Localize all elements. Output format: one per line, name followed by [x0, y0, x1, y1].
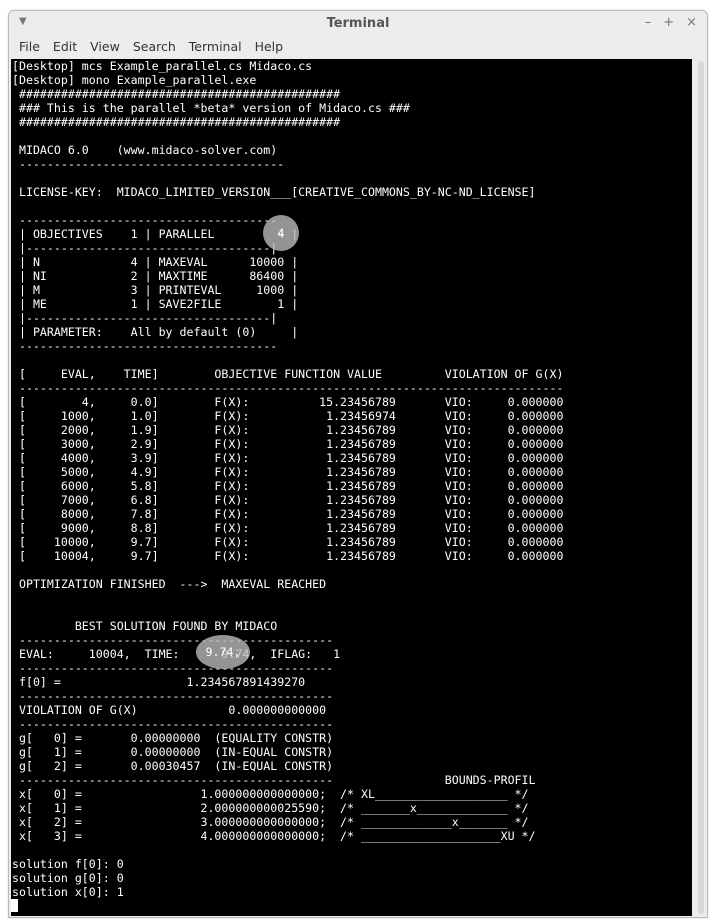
terminal-line: OPTIMIZATION FINISHED ---> MAXEVAL REACH… [12, 577, 327, 591]
terminal-line: solution x[0]: 1 [12, 885, 124, 899]
terminal-line: [ 10004, 9.7] F(X): 1.23456789 VIO: 0.00… [12, 549, 564, 563]
terminal-scrollbar[interactable] [695, 59, 707, 916]
terminal-line: [ 3000, 2.9] F(X): 1.23456789 VIO: 0.000… [12, 437, 564, 451]
terminal-line: BEST SOLUTION FOUND BY MIDACO [12, 619, 278, 633]
terminal-text: [Desktop] mcs Example_parallel.cs Midaco… [11, 59, 692, 899]
terminal-line: [ 9000, 8.8] F(X): 1.23456789 VIO: 0.000… [12, 521, 564, 535]
menu-search[interactable]: Search [127, 37, 183, 59]
terminal-line: ----------------------------------------… [12, 773, 536, 787]
terminal-line: ########################################… [12, 87, 341, 101]
terminal-line: solution f[0]: 0 [12, 857, 124, 871]
terminal-line: solution g[0]: 0 [12, 871, 124, 885]
terminal-line: [ 4000, 3.9] F(X): 1.23456789 VIO: 0.000… [12, 451, 564, 465]
terminal-line: [ 2000, 1.9] F(X): 1.23456789 VIO: 0.000… [12, 423, 564, 437]
terminal-line: x[ 0] = 1.000000000000000; /* XL________… [12, 787, 529, 801]
terminal-line: | N 4 | MAXEVAL 10000 | [12, 255, 299, 269]
terminal-line: ----------------------------------------… [12, 717, 334, 731]
terminal-line: EVAL: 10004, TIME: 9.74, IFLAG: 1 [12, 647, 341, 661]
terminal-line: [ 8000, 7.8] F(X): 1.23456789 VIO: 0.000… [12, 507, 564, 521]
terminal-line: x[ 3] = 4.000000000000000; /* __________… [12, 829, 536, 843]
menu-edit[interactable]: Edit [47, 37, 84, 59]
menu-terminal[interactable]: Terminal [183, 37, 249, 59]
terminal-line: ----------------------------------------… [12, 633, 334, 647]
terminal-line: [ EVAL, TIME] OBJECTIVE FUNCTION VALUE V… [12, 367, 564, 381]
terminal-line: | OBJECTIVES 1 | PARALLEL 4 | [12, 227, 299, 241]
terminal-line: [ 5000, 4.9] F(X): 1.23456789 VIO: 0.000… [12, 465, 564, 479]
minimize-icon[interactable]: – [645, 15, 652, 30]
terminal-line: [Desktop] mcs Example_parallel.cs Midaco… [12, 59, 313, 73]
terminal-line: VIOLATION OF G(X) 0.000000000000 [12, 703, 327, 717]
terminal-line: ########################################… [12, 115, 341, 129]
terminal-line: [Desktop] mono Example_parallel.exe [12, 73, 257, 87]
terminal-line: -------------------------------------- [12, 157, 285, 171]
menu-view[interactable]: View [84, 37, 127, 59]
terminal-line: | PARAMETER: All by default (0) | [12, 325, 299, 339]
terminal-line: [ 6000, 5.8] F(X): 1.23456789 VIO: 0.000… [12, 479, 564, 493]
maximize-icon[interactable]: + [663, 15, 674, 30]
terminal-window: ▼ Terminal – + × File Edit View Search T… [8, 10, 708, 918]
terminal-line: | NI 2 | MAXTIME 86400 | [12, 269, 299, 283]
terminal-line: LICENSE-KEY: MIDACO_LIMITED_VERSION___[C… [12, 185, 536, 199]
terminal-line: [ 1000, 1.0] F(X): 1.23456974 VIO: 0.000… [12, 409, 564, 423]
title-bar: ▼ Terminal – + × [9, 11, 707, 37]
terminal-line: f[0] = 1.234567891439270 [12, 675, 306, 689]
terminal-line: [ 10000, 9.7] F(X): 1.23456789 VIO: 0.00… [12, 535, 564, 549]
menu-help[interactable]: Help [249, 37, 291, 59]
terminal-line: ----------------------------------------… [12, 689, 334, 703]
terminal-line: g[ 0] = 0.00000000 (EQUALITY CONSTR) [12, 731, 334, 745]
close-icon[interactable]: × [686, 15, 697, 30]
menu-bar: File Edit View Search Terminal Help [9, 37, 707, 59]
terminal-line: |-----------------------------------| [12, 311, 278, 325]
terminal-line: ------------------------------------- [12, 339, 278, 353]
terminal-line: |-----------------------------------| [12, 241, 278, 255]
menu-file[interactable]: File [13, 37, 47, 59]
time-highlight: 9.74, [196, 635, 250, 669]
terminal-line: ### This is the parallel *beta* version … [12, 101, 410, 115]
terminal-line: x[ 1] = 2.000000000025590; /* _______x__… [12, 801, 529, 815]
terminal-line: g[ 1] = 0.00000000 (IN-EQUAL CONSTR) [12, 745, 334, 759]
terminal-line: [ 4, 0.0] F(X): 15.23456789 VIO: 0.00000… [12, 395, 564, 409]
text-cursor [11, 899, 18, 912]
scrollbar-thumb[interactable] [698, 61, 704, 914]
terminal-line: ----------------------------------------… [12, 661, 334, 675]
terminal-output[interactable]: [Desktop] mcs Example_parallel.cs Midaco… [11, 59, 692, 916]
terminal-line: g[ 2] = 0.00030457 (IN-EQUAL CONSTR) [12, 759, 334, 773]
terminal-line: x[ 2] = 3.000000000000000; /* __________… [12, 815, 529, 829]
parallel-highlight: 4 [263, 215, 299, 251]
terminal-line: | ME 1 | SAVE2FILE 1 | [12, 297, 299, 311]
window-controls: – + × [645, 15, 697, 30]
terminal-line: [ 7000, 6.8] F(X): 1.23456789 VIO: 0.000… [12, 493, 564, 507]
terminal-line: | M 3 | PRINTEVAL 1000 | [12, 283, 299, 297]
terminal-line: ----------------------------------------… [12, 381, 564, 395]
terminal-line: MIDACO 6.0 (www.midaco-solver.com) [12, 143, 278, 157]
window-title: Terminal [326, 16, 390, 31]
terminal-line: ------------------------------------- [12, 213, 278, 227]
